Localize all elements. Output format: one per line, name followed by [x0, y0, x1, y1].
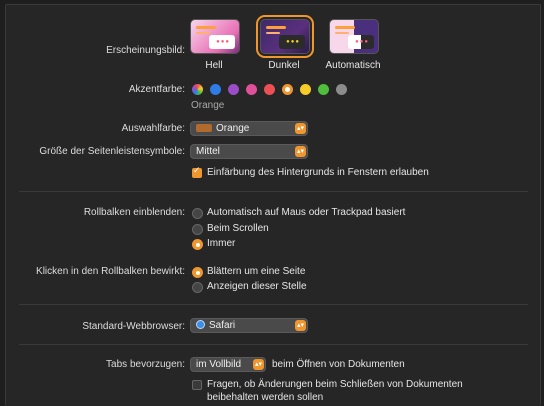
scrollbars-auto-label: Automatisch auf Maus oder Trackpad basie… — [207, 207, 406, 218]
accent-orange-swatch[interactable] — [282, 84, 293, 95]
popup-chevron-icon: ▴▾ — [253, 359, 264, 370]
highlight-color-label: Auswahlfarbe: — [121, 123, 185, 134]
click-jump-here-label: Anzeigen dieser Stelle — [207, 281, 307, 292]
scrollbars-always-label: Immer — [207, 238, 236, 249]
accent-yellow-swatch[interactable] — [300, 84, 311, 95]
popup-chevron-icon: ▴▾ — [295, 320, 306, 331]
accent-pink-swatch[interactable] — [246, 84, 257, 95]
default-browser-popup[interactable]: Safari ▴▾ — [190, 318, 308, 333]
highlight-color-value: Orange — [216, 123, 250, 134]
appearance-light-label: Hell — [205, 60, 223, 71]
divider — [19, 344, 528, 345]
click-next-page-label: Blättern um eine Seite — [207, 266, 306, 277]
accent-green-swatch[interactable] — [318, 84, 329, 95]
accent-purple-swatch[interactable] — [228, 84, 239, 95]
accent-graphite-swatch[interactable] — [336, 84, 347, 95]
appearance-dark-label: Dunkel — [268, 60, 300, 71]
click-next-page-radio[interactable] — [192, 267, 203, 278]
scrollbars-when-scrolling-label: Beim Scrollen — [207, 223, 269, 234]
click-jump-here-radio[interactable] — [192, 282, 203, 293]
accent-red-swatch[interactable] — [264, 84, 275, 95]
prefer-tabs-value: im Vollbild — [196, 359, 242, 370]
prefer-tabs-label: Tabs bevorzugen: — [106, 359, 185, 370]
accent-multicolor-swatch[interactable] — [192, 84, 203, 95]
accent-blue-swatch[interactable] — [210, 84, 221, 95]
appearance-dark-thumbnail[interactable]: ●●● — [256, 15, 314, 58]
accent-selected-name: Orange — [191, 100, 225, 111]
sidebar-icon-size-value: Mittel — [196, 146, 220, 157]
default-browser-label: Standard-Webbrowser: — [82, 321, 185, 332]
sidebar-icon-size-popup[interactable]: Mittel ▴▾ — [190, 144, 308, 159]
highlight-color-popup[interactable]: Orange ▴▾ — [190, 121, 308, 136]
scrollbars-when-scrolling-radio[interactable] — [192, 224, 203, 235]
appearance-auto-label: Automatisch — [325, 60, 381, 71]
ask-keep-changes-label-line1: Fragen, ob Änderungen beim Schließen von… — [207, 379, 463, 390]
accent-color-label: Akzentfarbe: — [128, 84, 185, 95]
general-preferences-pane: Erscheinungsbild: ●●● ●●● ●●● Hell Dunke… — [5, 4, 541, 406]
ask-keep-changes-label-line2: beibehalten werden sollen — [207, 392, 324, 403]
appearance-light-thumbnail[interactable]: ●●● — [190, 19, 240, 54]
wallpaper-tinting-checkbox[interactable] — [192, 166, 202, 178]
ask-keep-changes-checkbox[interactable] — [192, 380, 202, 390]
safari-icon — [196, 320, 205, 329]
appearance-auto-thumbnail[interactable]: ●●● — [329, 19, 379, 54]
highlight-color-chip — [196, 124, 212, 132]
divider — [19, 304, 528, 305]
scrollbars-always-radio[interactable] — [192, 239, 203, 250]
appearance-label: Erscheinungsbild: — [106, 45, 185, 56]
wallpaper-tinting-label: Einfärbung des Hintergrunds in Fenstern … — [207, 167, 429, 178]
click-scrollbar-label: Klicken in den Rollbalken bewirkt: — [36, 266, 185, 277]
popup-chevron-icon: ▴▾ — [295, 123, 306, 134]
scrollbars-auto-radio[interactable] — [192, 208, 203, 219]
show-scrollbars-label: Rollbalken einblenden: — [83, 207, 185, 218]
prefer-tabs-suffix: beim Öffnen von Dokumenten — [272, 359, 405, 370]
divider — [19, 191, 528, 192]
popup-chevron-icon: ▴▾ — [295, 146, 306, 157]
prefer-tabs-popup[interactable]: im Vollbild ▴▾ — [190, 357, 266, 372]
default-browser-value: Safari — [209, 320, 236, 331]
sidebar-icon-size-label: Größe der Seitenleistensymbole: — [39, 146, 185, 157]
